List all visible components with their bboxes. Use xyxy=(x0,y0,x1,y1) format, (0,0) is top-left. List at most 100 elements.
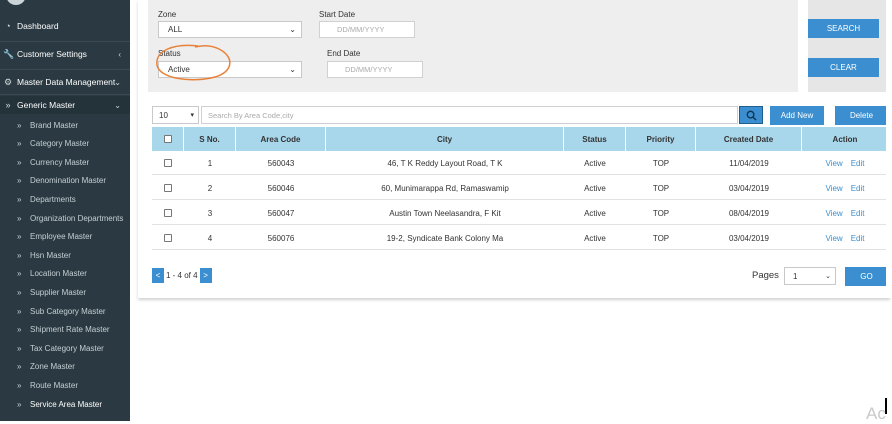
edit-link[interactable]: Edit xyxy=(851,159,865,168)
sidebar-item-shipment-rate-master[interactable]: » Shipment Rate Master xyxy=(0,321,130,339)
cell-created: 11/04/2019 xyxy=(729,158,769,168)
sidebar-item-master-data-management[interactable]: ⚙ Master Data Management ⌄ xyxy=(0,73,130,91)
cell-sno: 1 xyxy=(207,158,213,168)
row-checkbox[interactable] xyxy=(164,234,172,242)
sidebar-item-currency-master[interactable]: » Currency Master xyxy=(0,153,130,171)
status-select[interactable]: Active ⌄ xyxy=(158,61,302,78)
pages-select[interactable]: 1 ⌄ xyxy=(784,267,836,285)
view-link[interactable]: View xyxy=(826,209,843,218)
add-new-button[interactable]: Add New xyxy=(770,106,824,125)
col-header[interactable]: Priority xyxy=(626,127,696,151)
sidebar-item-dashboard[interactable]: ◔ Dashboard xyxy=(0,17,130,35)
double-chevron-icon: » xyxy=(5,100,11,110)
double-chevron-icon: » xyxy=(17,380,22,390)
sidebar-item-customer-settings[interactable]: 🔧 Customer Settings ‹ xyxy=(0,45,130,63)
col-header: Action xyxy=(832,134,858,144)
search-input[interactable]: Search By Area Code,city xyxy=(201,106,738,124)
sidebar-item-employee-master[interactable]: » Employee Master xyxy=(0,228,130,246)
sidebar-item-label: Supplier Master xyxy=(30,287,87,297)
delete-button[interactable]: Delete xyxy=(835,106,888,125)
cell-priority: TOP xyxy=(652,208,670,218)
sidebar-item-sub-category-master[interactable]: » Sub Category Master xyxy=(0,302,130,320)
row-checkbox[interactable] xyxy=(164,184,172,192)
start-date-input[interactable]: DD/MM/YYYY xyxy=(319,21,415,38)
view-link[interactable]: View xyxy=(826,184,843,193)
sidebar-item-brand-master[interactable]: » Brand Master xyxy=(0,116,130,134)
chevron-left-icon: ‹ xyxy=(118,49,121,59)
end-date-input[interactable]: DD/MM/YYYY xyxy=(327,61,423,78)
double-chevron-icon: » xyxy=(17,306,22,316)
cell-city: Austin Town Neelasandra, F Kit xyxy=(389,208,501,218)
row-checkbox[interactable] xyxy=(164,209,172,217)
next-page-button[interactable]: > xyxy=(199,267,212,283)
prev-page-button[interactable]: < xyxy=(152,267,164,283)
double-chevron-icon: » xyxy=(17,325,22,335)
double-chevron-icon: » xyxy=(17,399,22,409)
double-chevron-icon: » xyxy=(17,213,22,223)
sidebar-item-tax-category-master[interactable]: » Tax Category Master xyxy=(0,339,130,357)
double-chevron-icon: » xyxy=(17,157,22,167)
view-link[interactable]: View xyxy=(826,159,843,168)
double-chevron-icon: » xyxy=(17,176,22,186)
sidebar-item-organization-departments[interactable]: » Organization Departments xyxy=(0,209,130,227)
sidebar-item-label: Sub Category Master xyxy=(30,306,106,316)
row-checkbox[interactable] xyxy=(164,159,172,167)
col-header[interactable]: Created Date xyxy=(696,127,802,151)
divider xyxy=(0,41,130,42)
page-size-value: 10 xyxy=(159,110,168,120)
sidebar-item-zone-master[interactable]: » Zone Master xyxy=(0,358,130,376)
view-link[interactable]: View xyxy=(826,234,843,243)
search-button[interactable]: SEARCH xyxy=(808,19,879,38)
search-icon-button[interactable] xyxy=(739,106,763,124)
edit-link[interactable]: Edit xyxy=(851,234,865,243)
sidebar-item-label: Zone Master xyxy=(30,362,75,372)
logo xyxy=(6,0,26,5)
sidebar-item-label: Denomination Master xyxy=(30,176,107,186)
sidebar-item-label: Dashboard xyxy=(17,21,59,31)
row-select-cell xyxy=(152,226,184,250)
sidebar-item-label: Category Master xyxy=(30,139,90,149)
col-header[interactable]: Area Code xyxy=(236,127,326,151)
chevron-down-icon: ⌄ xyxy=(114,77,121,87)
cell-priority: TOP xyxy=(652,183,670,193)
content-card: Zone ALL ⌄ Start Date DD/MM/YYYY Status … xyxy=(138,0,890,298)
col-header[interactable]: Status xyxy=(564,127,626,151)
zone-label: Zone xyxy=(158,10,177,19)
sidebar-item-route-master[interactable]: » Route Master xyxy=(0,376,130,394)
clear-button[interactable]: CLEAR xyxy=(808,58,879,77)
table-row: 4 560076 19-2, Syndicate Bank Colony Ma Act… xyxy=(152,226,888,250)
sidebar-item-category-master[interactable]: » Category Master xyxy=(0,135,130,153)
action-cell: View Edit xyxy=(802,176,888,200)
chevron-down-icon: ⌄ xyxy=(289,25,296,34)
edit-link[interactable]: Edit xyxy=(851,209,865,218)
col-header[interactable]: City xyxy=(326,127,564,151)
end-date-label: End Date xyxy=(327,49,361,58)
start-date-placeholder: DD/MM/YYYY xyxy=(337,25,385,34)
divider xyxy=(0,94,130,95)
zone-select[interactable]: ALL ⌄ xyxy=(158,21,302,38)
sidebar-item-supplier-master[interactable]: » Supplier Master xyxy=(0,283,130,301)
sidebar-item-service-area-master[interactable]: » Service Area Master xyxy=(0,395,130,413)
sidebar-item-hsn-master[interactable]: » Hsn Master xyxy=(0,246,130,264)
cell-status: Active xyxy=(584,183,606,193)
search-placeholder: Search By Area Code,city xyxy=(208,110,294,120)
pagination: < 1 - 4 of 4 > xyxy=(152,267,212,283)
sidebar-group-generic-master[interactable]: » Generic Master ⌄ xyxy=(0,96,130,114)
double-chevron-icon: » xyxy=(17,194,22,204)
sidebar-item-location-master[interactable]: » Location Master xyxy=(0,265,130,283)
filter-actions-panel: SEARCH CLEAR xyxy=(808,0,890,92)
sidebar: ◔ Dashboard 🔧 Customer Settings ‹ ⚙ Mast… xyxy=(0,0,130,421)
pages-select-value: 1 xyxy=(793,271,798,281)
cell-status: Active xyxy=(584,208,606,218)
cell-city: 19-2, Syndicate Bank Colony Ma xyxy=(386,233,504,243)
sidebar-item-departments[interactable]: » Departments xyxy=(0,190,130,208)
page-size-select[interactable]: 10 ▾ xyxy=(152,106,199,124)
cell-sno: 3 xyxy=(207,208,213,218)
zone-select-value: ALL xyxy=(168,25,183,34)
select-all-cell xyxy=(152,127,184,151)
edit-link[interactable]: Edit xyxy=(851,184,865,193)
go-button[interactable]: GO xyxy=(845,267,888,286)
col-header[interactable]: S No. xyxy=(184,127,236,151)
select-all-checkbox[interactable] xyxy=(163,135,172,143)
sidebar-item-denomination-master[interactable]: » Denomination Master xyxy=(0,172,130,190)
